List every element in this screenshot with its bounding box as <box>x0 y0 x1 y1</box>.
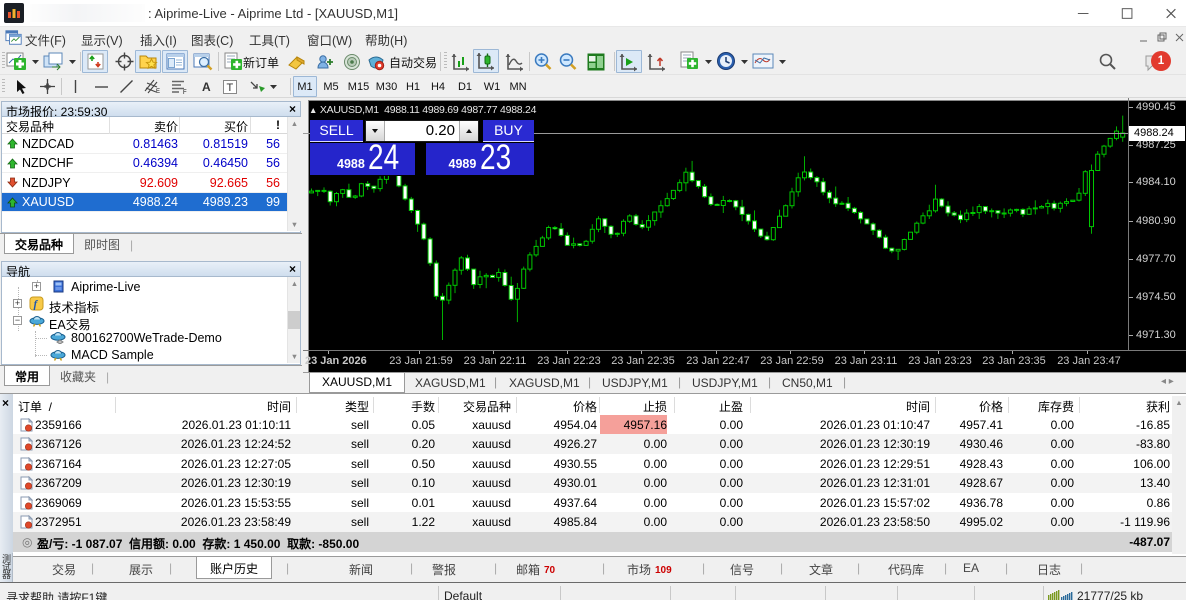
svg-text:F: F <box>183 90 187 95</box>
svg-text:T: T <box>227 82 234 94</box>
svg-text:A: A <box>202 80 211 94</box>
svg-text:E: E <box>156 89 160 95</box>
